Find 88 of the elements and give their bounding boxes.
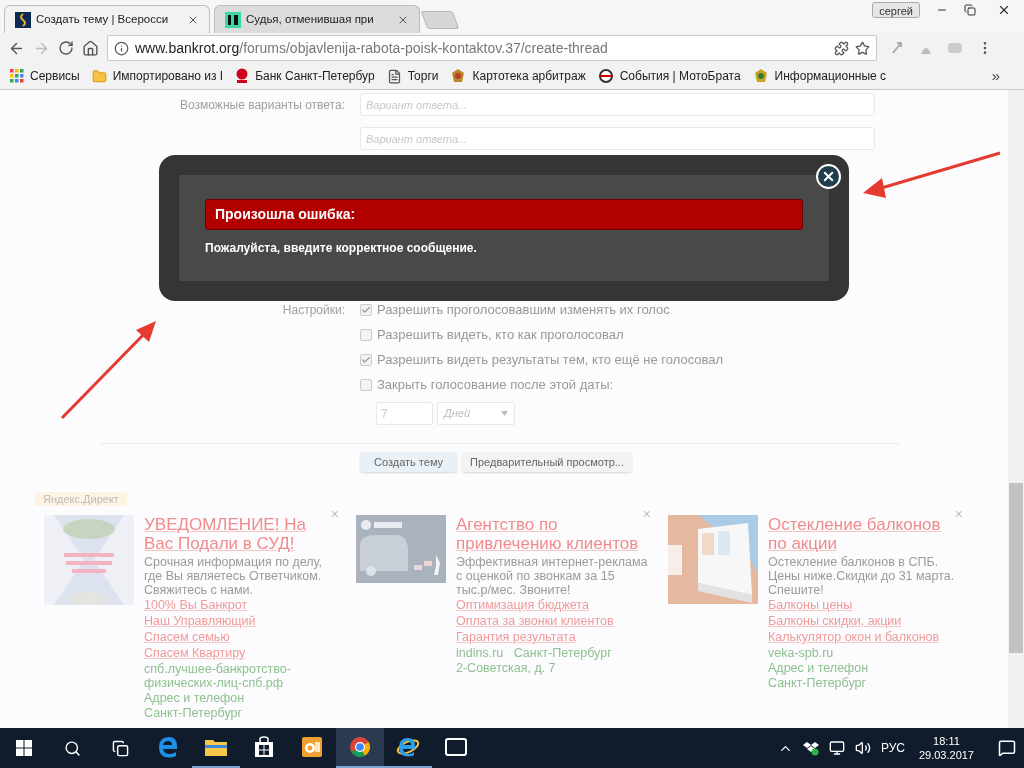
browser-circle-icon <box>349 736 371 758</box>
emblem-icon <box>752 68 769 84</box>
info-icon <box>114 40 129 56</box>
ad-description: Эффективная интернет-реклама с оценкой по звонкам за 15 тыс.р/мес. Звоните! <box>456 555 648 597</box>
checkbox-label: Разрешить проголосовавшим изменять их голос <box>377 302 670 318</box>
form-button[interactable]: Предварительный просмотр... <box>462 452 632 472</box>
volume-icon[interactable] <box>854 740 871 756</box>
ad-link[interactable]: Оплата за звонки клиентов <box>456 614 648 629</box>
circle-logo-icon <box>597 68 614 84</box>
close-button[interactable] <box>816 164 841 189</box>
site-logo-icon <box>225 11 241 28</box>
bank-logo-icon <box>235 68 250 84</box>
address-bar[interactable]: www.bankrot.org/forums/objavlenija-rabota-poisk-kontaktov.37/create-thread <box>107 35 877 61</box>
clock[interactable]: 18:11 29.03.2017 <box>914 734 978 762</box>
close-icon <box>997 3 1011 17</box>
ad-contact[interactable]: Санкт-Петербург <box>144 706 336 720</box>
ad-link[interactable]: Спасем Квартиру <box>144 646 336 661</box>
bookmark[interactable]: Сервисы <box>10 67 80 85</box>
home-icon[interactable] <box>82 39 99 57</box>
windows-logo-icon <box>16 740 32 756</box>
dropdown-arrow-icon <box>501 411 508 416</box>
ad-link[interactable]: Спасем семью <box>144 630 336 645</box>
ad-link[interactable]: Гарантия результата <box>456 630 648 645</box>
form-label: Возможные варианты ответа: <box>179 97 345 113</box>
ad-contact[interactable]: Адрес и телефон <box>768 661 960 675</box>
ad-link[interactable]: Балконы скидки, акции <box>768 614 960 629</box>
form-label: Настройки: <box>281 302 345 318</box>
star-icon[interactable] <box>855 40 870 56</box>
folder-icon <box>204 737 228 757</box>
ad-contact[interactable]: Адрес и телефон <box>144 691 336 705</box>
bookmark[interactable]: Импортировано из I <box>91 67 224 85</box>
ad-link[interactable]: Калькулятор окон и балконов <box>768 630 960 645</box>
checkbox-label: Разрешить видеть результаты тем, кто ещё не голосовал <box>377 352 724 368</box>
calendar-app-icon <box>301 736 323 758</box>
ad-description: Остекление балконов в СПБ. Цены ниже.Скидки до 31 марта. Спешите! <box>768 555 956 597</box>
close-icon <box>821 169 836 184</box>
network-icon[interactable] <box>828 740 845 756</box>
bookmark[interactable]: Информационные с <box>752 67 887 85</box>
unit-dropdown[interactable]: Дней <box>437 402 515 425</box>
puzzle-icon[interactable] <box>834 40 849 56</box>
checkbox[interactable] <box>360 329 372 341</box>
error-message: Пожалуйста, введите корректное сообщение. <box>205 240 478 257</box>
taskbar-app[interactable] <box>336 728 384 768</box>
ad-label: Яндекс.Директ <box>35 492 127 506</box>
checkbox[interactable] <box>360 304 372 316</box>
ad-link[interactable]: Балконы цены <box>768 598 960 613</box>
bookmark[interactable]: Банк Санкт-Петербур <box>235 67 375 85</box>
bookmark[interactable]: Картотека арбитраж <box>450 67 586 85</box>
scrollbar[interactable] <box>1008 90 1024 728</box>
ad-contact[interactable]: Санкт-Петербург <box>768 676 960 690</box>
ad-link[interactable]: Оптимизация бюджета <box>456 598 648 613</box>
site-logo-icon <box>15 11 31 28</box>
search-icon <box>63 739 81 757</box>
ad-contact[interactable]: спб.лучшее-банкротство-физических-лиц-спб.рф <box>144 662 336 690</box>
bookmark[interactable]: Торги <box>386 67 439 85</box>
browser-e-ring-icon <box>396 736 420 758</box>
browser-tab[interactable]: Создать тему | Всеросси <box>4 5 210 33</box>
page-icon <box>386 68 402 84</box>
ad-link[interactable]: 100% Вы Банкрот <box>144 598 336 613</box>
task-view-icon <box>111 739 129 757</box>
notifications-icon[interactable] <box>998 739 1016 757</box>
tab-title: Судья, отменившая при <box>246 11 375 27</box>
form-button[interactable]: Создать тему <box>360 452 458 472</box>
ad-contact[interactable]: veka-spb.ru <box>768 646 960 660</box>
shopping-bag-icon <box>254 736 274 758</box>
checkbox-label: Разрешить видеть, кто как проголосовал <box>377 327 624 343</box>
dropbox-icon[interactable] <box>802 740 819 756</box>
apps-grid-icon <box>10 69 24 83</box>
browser-tab[interactable]: Судья, отменившая при <box>214 5 420 33</box>
language-indicator[interactable]: РУС <box>880 739 905 757</box>
folder-icon <box>91 68 107 84</box>
bookmark[interactable]: События | МотоБрата <box>597 67 741 85</box>
reload-icon[interactable] <box>58 40 74 56</box>
checkbox[interactable] <box>360 379 372 391</box>
more-bookmarks-button[interactable]: » <box>991 64 1000 88</box>
ad-contact[interactable]: 2-Советская, д. 7 <box>456 661 648 675</box>
tab-title: Создать тему | Всеросси <box>36 11 170 27</box>
restore-icon <box>964 4 976 16</box>
error-title-bar: Произошла ошибка: <box>205 199 803 230</box>
checkbox-label: Закрыть голосование после этой даты: <box>377 377 614 393</box>
profile-button[interactable]: сергей <box>872 2 920 18</box>
url-text: www.bankrot.org/forums/objavlenija-rabota-poisk-kontaktov.37/create-thread <box>135 38 609 58</box>
browser-e-icon <box>157 736 179 758</box>
emblem-icon <box>450 68 467 84</box>
ad-link[interactable]: Наш Управляющий <box>144 614 336 629</box>
ad-description: Срочная информация по делу, где Вы являетесь Ответчиком. Свяжитесь с нами. <box>144 555 324 597</box>
ad-contact[interactable]: indins.ru Санкт-Петербург <box>456 646 648 660</box>
checkbox[interactable] <box>360 354 372 366</box>
